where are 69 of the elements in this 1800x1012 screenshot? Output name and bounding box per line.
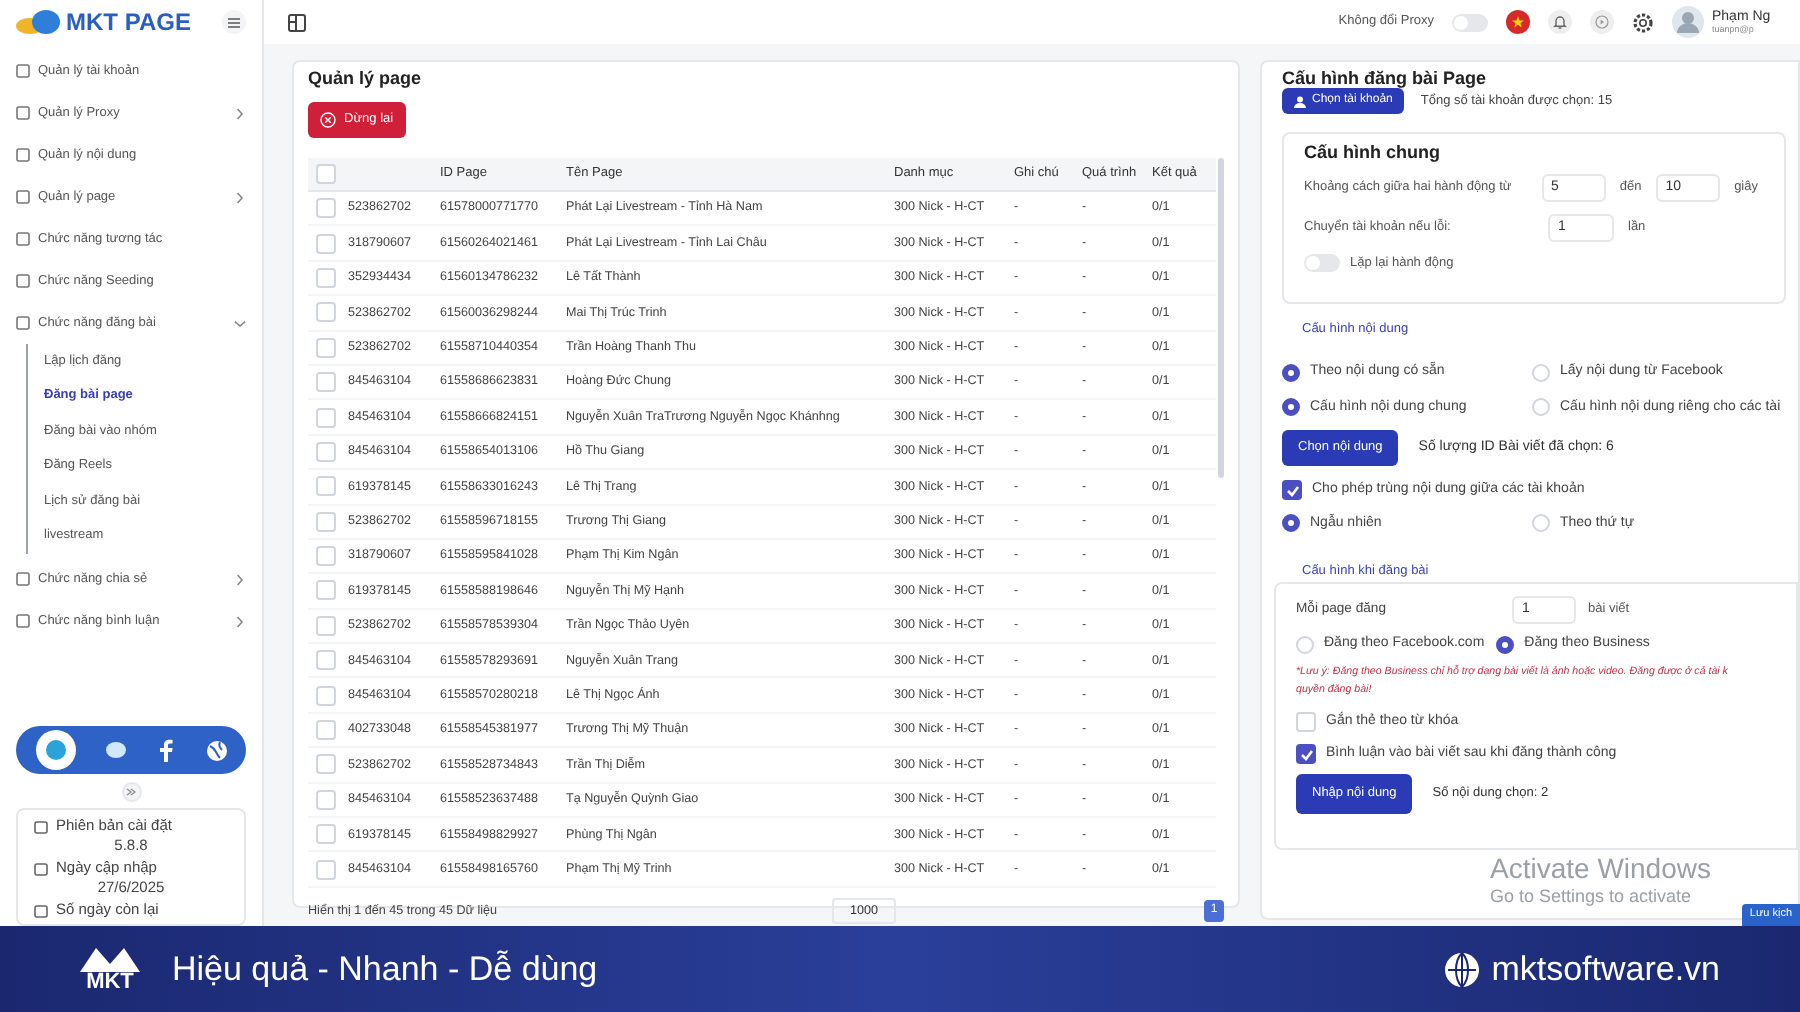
checkbox[interactable] xyxy=(316,650,336,671)
square-icon xyxy=(16,274,30,288)
avatar-icon[interactable] xyxy=(1672,6,1704,38)
repeat-toggle[interactable] xyxy=(1304,254,1340,273)
radio-button[interactable] xyxy=(1282,398,1300,417)
close-circle-icon xyxy=(320,112,336,128)
check-icon xyxy=(1299,747,1313,762)
checkbox[interactable] xyxy=(316,372,336,393)
section-title: Quản lý page xyxy=(308,66,424,90)
menu-button[interactable] xyxy=(222,10,246,34)
square-icon xyxy=(16,106,30,120)
square-icon xyxy=(16,148,30,162)
chevrons-icon xyxy=(126,788,136,796)
activation-title: Activate Windows xyxy=(1490,852,1711,884)
checkbox[interactable] xyxy=(316,754,336,775)
flag-icon[interactable] xyxy=(1506,10,1530,34)
square-icon xyxy=(16,232,30,246)
checkbox[interactable] xyxy=(316,407,336,428)
square-icon xyxy=(16,190,30,204)
square-icon xyxy=(16,614,30,628)
checkbox[interactable] xyxy=(316,824,336,845)
proxy-toggle[interactable] xyxy=(1452,13,1488,31)
checkbox[interactable] xyxy=(316,337,336,358)
checkbox[interactable] xyxy=(316,164,336,184)
section-title: Cấu hình đăng bài Page xyxy=(1282,66,1489,88)
mountain-logo-icon xyxy=(80,944,140,972)
checkbox[interactable] xyxy=(316,441,336,462)
checkbox[interactable] xyxy=(316,302,336,323)
menu-icon xyxy=(228,17,240,27)
slogan: Hiệu quả - Nhanh - Dễ dùng xyxy=(172,947,598,992)
settings-icon[interactable] xyxy=(1632,11,1654,33)
collapse-button[interactable] xyxy=(121,782,141,802)
checkbox[interactable] xyxy=(316,233,336,254)
check-icon xyxy=(1285,483,1299,498)
logo-text: MKT PAGE xyxy=(66,6,191,40)
scrollbar[interactable] xyxy=(1218,158,1224,478)
square-icon xyxy=(16,316,30,330)
checkbox[interactable] xyxy=(316,789,336,810)
logo-text: MKT xyxy=(86,972,134,994)
checkbox[interactable] xyxy=(316,685,336,706)
website-link[interactable]: mktsoftware.vn xyxy=(1491,943,1720,995)
user-icon xyxy=(1294,95,1306,107)
layout-icon[interactable] xyxy=(288,13,306,31)
group-title: Cấu hình chung xyxy=(1304,140,1442,166)
checkbox[interactable] xyxy=(316,615,336,636)
checkbox[interactable] xyxy=(316,198,336,219)
globe-icon[interactable] xyxy=(205,739,227,761)
cloud-logo-icon xyxy=(16,10,60,34)
checkbox[interactable] xyxy=(1296,711,1316,732)
square-icon xyxy=(16,64,30,78)
checkbox[interactable] xyxy=(316,476,336,497)
checkbox[interactable] xyxy=(316,580,336,601)
checkbox[interactable] xyxy=(316,267,336,288)
checkbox[interactable] xyxy=(316,511,336,532)
play-icon[interactable] xyxy=(1590,10,1614,34)
chat-bubble-icon[interactable] xyxy=(105,741,125,759)
square-icon xyxy=(16,572,30,586)
globe-icon xyxy=(1443,951,1480,987)
activation-text: Go to Settings to activate xyxy=(1490,884,1694,910)
radio-button[interactable] xyxy=(1282,514,1300,533)
checkbox[interactable] xyxy=(316,546,336,567)
checkbox[interactable] xyxy=(1282,480,1302,501)
radio-button[interactable] xyxy=(1282,363,1300,382)
checkbox[interactable] xyxy=(316,859,336,880)
radio-button[interactable] xyxy=(1496,635,1515,654)
checkbox[interactable] xyxy=(1296,744,1316,765)
checkbox[interactable] xyxy=(316,720,336,741)
bell-icon[interactable] xyxy=(1548,10,1572,34)
facebook-icon[interactable] xyxy=(155,738,175,762)
